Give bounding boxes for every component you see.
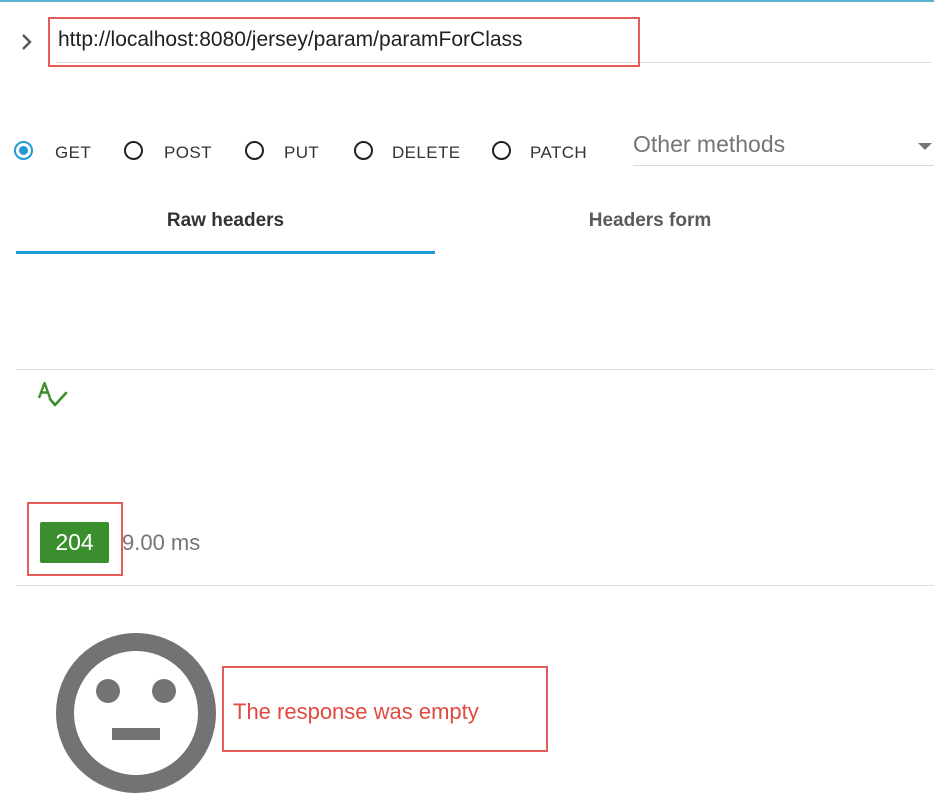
other-methods-dropdown[interactable]: Other methods bbox=[633, 127, 934, 166]
radio-checked-icon bbox=[14, 141, 33, 160]
method-label: PUT bbox=[284, 143, 320, 162]
method-label: PATCH bbox=[530, 143, 588, 162]
method-radio-post[interactable]: POST bbox=[124, 138, 224, 168]
tab-headers-form[interactable]: Headers form bbox=[435, 190, 865, 254]
method-radio-put[interactable]: PUT bbox=[245, 138, 335, 168]
radio-unchecked-icon bbox=[124, 141, 143, 160]
active-tab-indicator bbox=[16, 251, 435, 254]
top-accent-line bbox=[0, 0, 934, 2]
spellcheck-icon[interactable] bbox=[36, 378, 70, 412]
url-input[interactable] bbox=[58, 26, 658, 54]
load-time: 9.00 ms bbox=[122, 530, 201, 555]
tab-label: Headers form bbox=[588, 210, 712, 231]
other-methods-placeholder: Other methods bbox=[633, 131, 786, 157]
method-label: GET bbox=[55, 143, 92, 162]
radio-unchecked-icon bbox=[354, 141, 373, 160]
url-field-container bbox=[56, 20, 932, 63]
method-radio-get[interactable]: GET bbox=[14, 138, 104, 168]
radio-unchecked-icon bbox=[492, 141, 511, 160]
response-divider bbox=[16, 585, 934, 586]
tab-raw-headers[interactable]: Raw headers bbox=[16, 190, 435, 254]
method-radio-patch[interactable]: PATCH bbox=[492, 138, 592, 168]
empty-response-message: The response was empty bbox=[233, 699, 479, 724]
chevron-right-icon[interactable] bbox=[16, 30, 40, 54]
tab-label: Raw headers bbox=[166, 210, 285, 231]
method-label: DELETE bbox=[392, 143, 461, 162]
neutral-face-icon bbox=[55, 632, 217, 794]
method-label: POST bbox=[164, 143, 212, 162]
headers-editor-divider bbox=[16, 369, 934, 370]
radio-unchecked-icon bbox=[245, 141, 264, 160]
method-radio-delete[interactable]: DELETE bbox=[354, 138, 474, 168]
caret-down-icon bbox=[918, 143, 932, 150]
status-code-badge: 204 bbox=[40, 522, 109, 563]
